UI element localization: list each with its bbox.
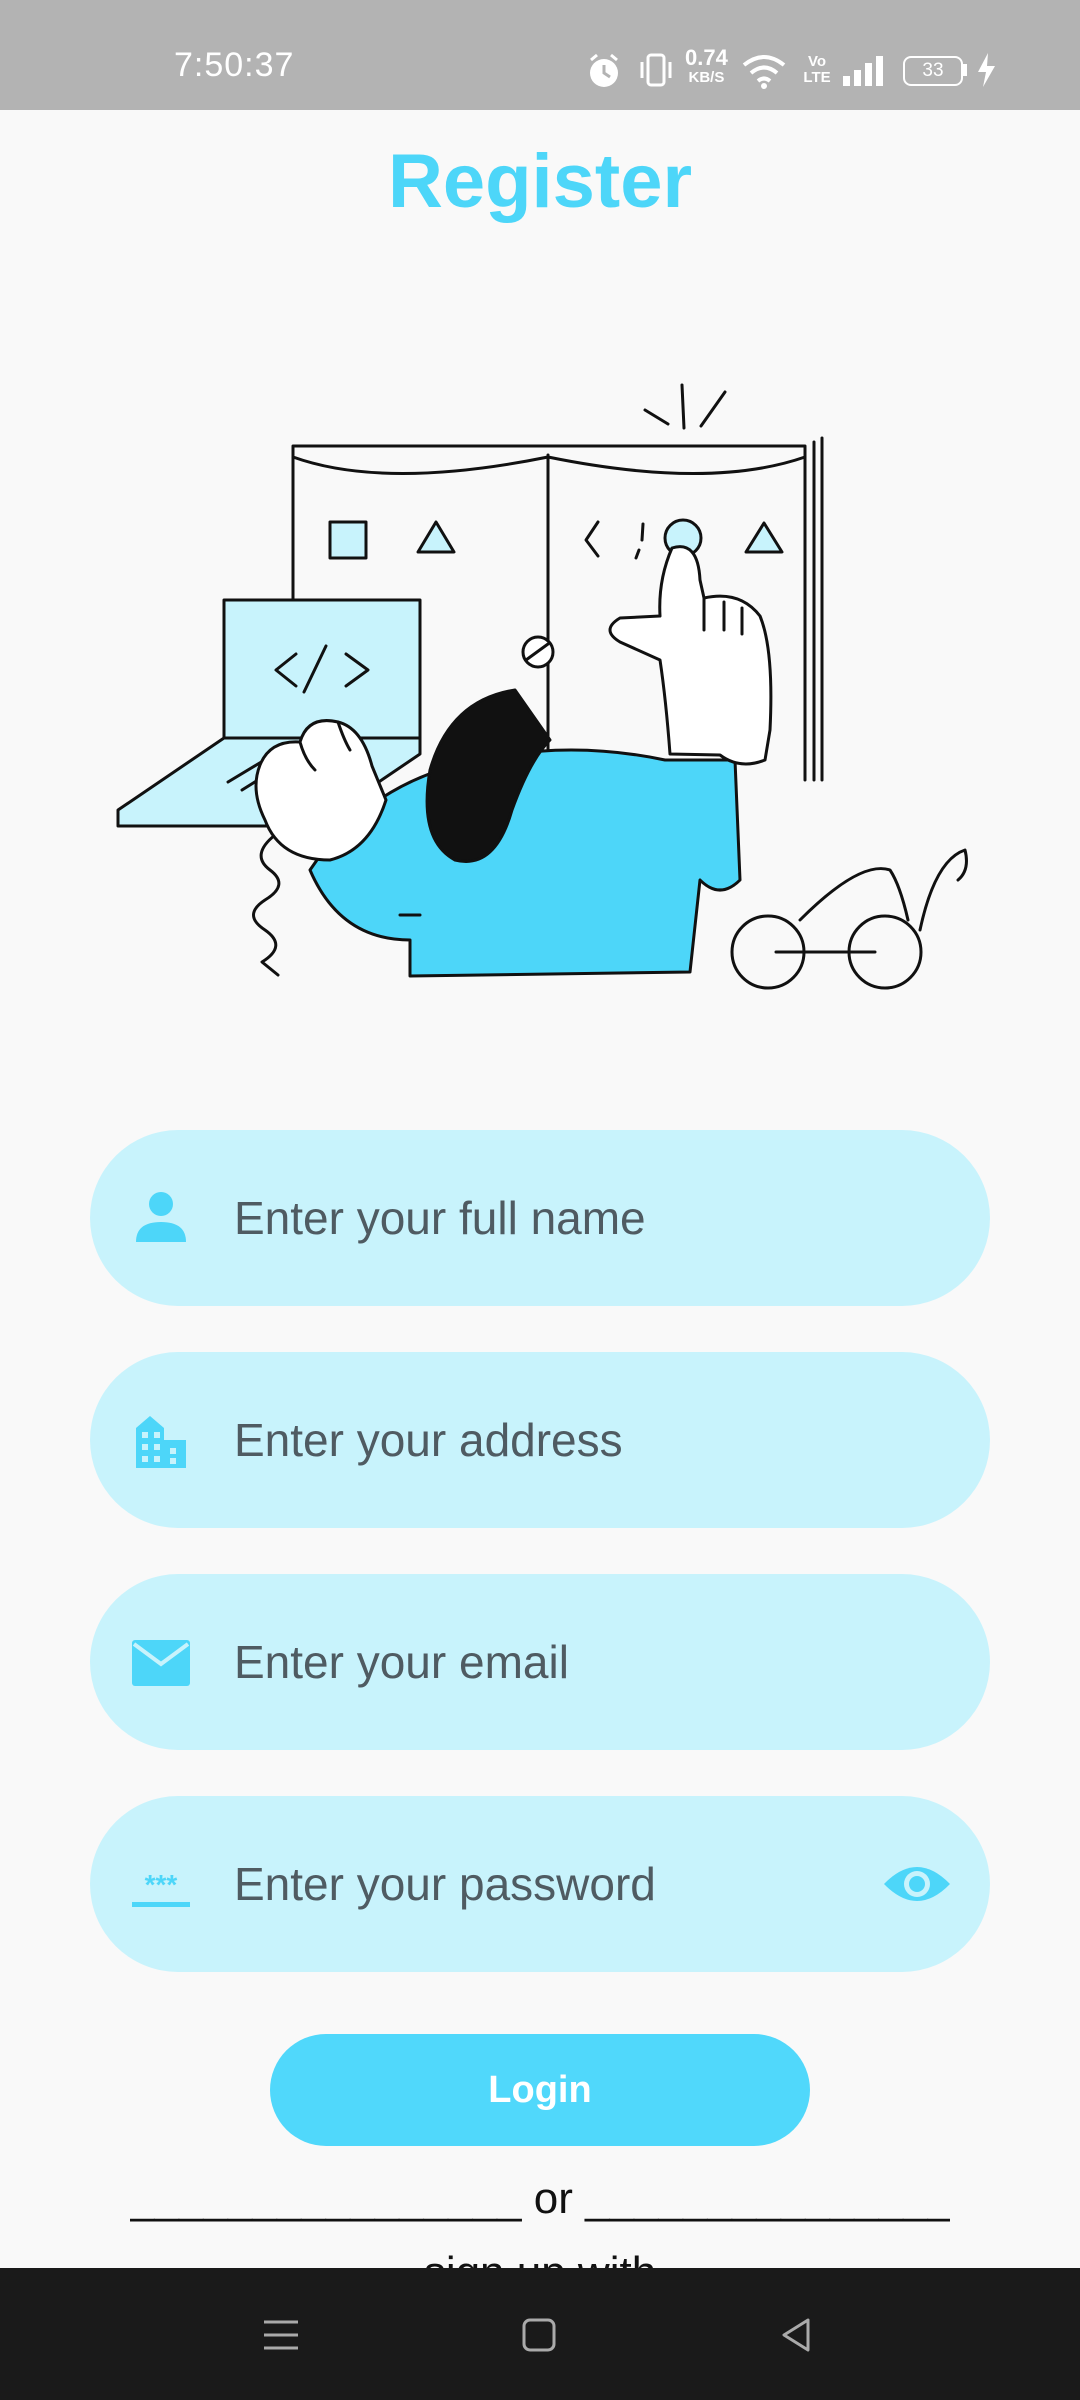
wifi-icon xyxy=(742,55,786,89)
password-field[interactable]: *** Enter your password xyxy=(90,1796,990,1972)
page-title: Register xyxy=(387,139,693,224)
building-icon xyxy=(136,1416,186,1468)
menu-icon[interactable] xyxy=(258,2312,304,2358)
home-icon[interactable] xyxy=(516,2312,562,2358)
network-speed: 0.74 KB/S xyxy=(685,45,728,87)
login-button[interactable]: Login xyxy=(270,2034,810,2146)
address-input[interactable]: Enter your address xyxy=(234,1352,623,1528)
eye-icon[interactable] xyxy=(882,1856,952,1912)
or-divider: ________________ or ________________ xyxy=(130,2174,950,2223)
vibrate-icon xyxy=(640,53,672,87)
person-icon xyxy=(136,1192,186,1242)
password-mask-icon: *** xyxy=(132,1869,190,1907)
signal-icon xyxy=(843,56,883,86)
charging-icon xyxy=(978,53,995,87)
battery-indicator: 33 xyxy=(903,56,963,86)
system-nav-bar xyxy=(0,2268,1080,2400)
back-icon[interactable] xyxy=(774,2312,820,2358)
full-name-field[interactable]: Enter your full name xyxy=(90,1130,990,1306)
status-time: 7:50:37 xyxy=(174,46,295,84)
svg-text:***: *** xyxy=(145,1869,178,1900)
mail-icon xyxy=(132,1640,190,1686)
alarm-icon xyxy=(590,53,618,87)
social-login-caption: sign up with xyxy=(0,2248,1080,2268)
volte-label: Vo LTE xyxy=(803,53,831,86)
battery-tip xyxy=(963,64,967,76)
password-input[interactable]: Enter your password xyxy=(234,1796,656,1972)
status-bar: 7:50:37 0.74 KB/S Vo LTE 33 xyxy=(0,0,1080,110)
email-field[interactable]: Enter your email xyxy=(90,1574,990,1750)
full-name-input[interactable]: Enter your full name xyxy=(234,1130,646,1306)
address-field[interactable]: Enter your address xyxy=(90,1352,990,1528)
email-input[interactable]: Enter your email xyxy=(234,1574,569,1750)
developer-illustration xyxy=(116,383,968,990)
